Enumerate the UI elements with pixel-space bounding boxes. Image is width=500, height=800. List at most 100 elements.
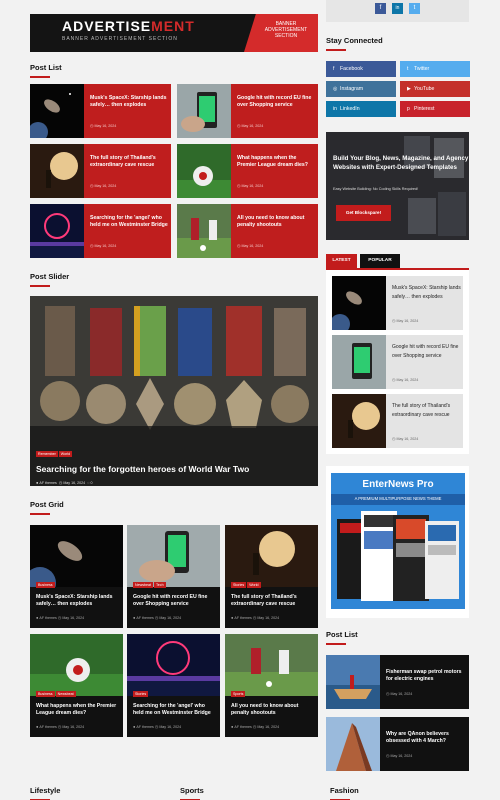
category-badge[interactable]: Stories	[231, 582, 247, 588]
slider-title[interactable]: Searching for the forgotten heroes of Wo…	[36, 464, 312, 474]
ad-side-text: BANNER ADVERTISEMENT SECTION	[264, 21, 308, 39]
category-badge[interactable]: Sports	[231, 691, 246, 697]
post-list-item[interactable]: The full story of Thailand's extraordina…	[30, 144, 171, 198]
latest-item-date: ◷May 16, 2024	[392, 377, 419, 382]
category-badge[interactable]: World	[247, 582, 261, 588]
clock-icon: ◷	[392, 436, 396, 441]
get-blockspare-button[interactable]: Get Blockspare!	[336, 205, 391, 221]
post-title[interactable]: All you need to know about penalty shoot…	[237, 215, 315, 229]
instagram-button[interactable]: ◎ Instagram	[326, 81, 396, 97]
clock-icon: ◷	[57, 615, 62, 620]
enternews-ad[interactable]: EnterNews Pro A PREMIUM MULTIPURPOSE NEW…	[331, 473, 465, 609]
grid-card[interactable]: Newsbeat Tech Google hit with record EU f…	[127, 525, 220, 628]
card-meta: ●AF themes ◷May 16, 2024	[133, 615, 182, 620]
post-title[interactable]: Musk's SpaceX: Starship lands safely… th…	[90, 95, 168, 109]
post-date: ◷May 16, 2024	[237, 183, 264, 188]
twitter-icon: t	[407, 66, 409, 72]
card-badges: Sports	[231, 682, 246, 700]
card-title[interactable]: The full story of Thailand's extraordina…	[231, 594, 315, 608]
latest-item-title[interactable]: The full story of Thailand's extraordina…	[392, 402, 462, 419]
ad-title: ADVERTISEMENT	[62, 18, 195, 34]
advertisement-banner[interactable]: ADVERTISEMENT BANNER ADVERTISEMENT SECTI…	[30, 14, 318, 52]
twitter-button[interactable]: t Twitter	[400, 61, 470, 77]
grid-card[interactable]: Business Musk's SpaceX: Starship lands s…	[30, 525, 123, 628]
latest-item[interactable]: Musk's SpaceX: Starship lands safely… th…	[332, 276, 463, 330]
card-badges: Stories World	[231, 573, 262, 591]
post-title[interactable]: What happens when the Premier League dre…	[237, 155, 315, 169]
category-badge[interactable]: Stories	[133, 691, 149, 697]
theme-screenshots-image	[337, 511, 459, 601]
card-meta: ●AF themes ◷May 16, 2024	[133, 724, 182, 729]
twitter-icon[interactable]: t	[409, 3, 420, 14]
promo-subtitle: Easy Website Building: No Coding Skills …	[333, 187, 419, 191]
sidebar-post-date: ◷May 16, 2024	[386, 691, 413, 696]
slider-badges: Remember World	[36, 442, 312, 460]
youtube-button[interactable]: ▶ YouTube	[400, 81, 470, 97]
clock-icon: ◷	[252, 724, 257, 729]
penalty-thumbnail	[177, 204, 231, 258]
latest-item-title[interactable]: Musk's SpaceX: Starship lands safely… th…	[392, 284, 462, 301]
grid-card[interactable]: Business Newsbeat What happens when the P…	[30, 634, 123, 737]
facebook-icon[interactable]: f	[375, 3, 386, 14]
post-slider[interactable]: Remember World Searching for the forgotte…	[30, 296, 318, 486]
stay-connected-heading: Stay Connected	[326, 36, 383, 51]
category-badge[interactable]: Tech	[153, 582, 166, 588]
linkedin-icon[interactable]: in	[392, 3, 403, 14]
blockspare-promo[interactable]: Build Your Blog, News, Magazine, and Age…	[326, 132, 469, 240]
card-badges: Newsbeat Tech	[133, 573, 167, 591]
latest-item[interactable]: The full story of Thailand's extraordina…	[332, 394, 463, 448]
sidebar-post-item[interactable]: Why are QAnon believers obsessed with 4 …	[326, 717, 469, 771]
facebook-button[interactable]: f Facebook	[326, 61, 396, 77]
clock-icon: ◷	[58, 480, 63, 485]
pinterest-button[interactable]: p Pinterest	[400, 101, 470, 117]
promo-background	[326, 132, 469, 240]
latest-item-date: ◷May 16, 2024	[392, 436, 419, 441]
post-title[interactable]: Searching for the 'angel' who held me on…	[90, 215, 168, 229]
category-badge[interactable]: World	[58, 451, 73, 457]
card-title[interactable]: Searching for the 'angel' who held me on…	[133, 703, 217, 717]
post-list-item[interactable]: Searching for the 'angel' who held me on…	[30, 204, 171, 258]
category-badge[interactable]: Business	[36, 582, 55, 588]
spacex-thumbnail	[30, 84, 84, 138]
card-title[interactable]: What happens when the Premier League dre…	[36, 703, 120, 717]
category-badge[interactable]: Newsbeat	[55, 691, 76, 697]
card-title[interactable]: All you need to know about penalty shoot…	[231, 703, 315, 717]
linkedin-button[interactable]: in LinkedIn	[326, 101, 396, 117]
post-date: ◷May 16, 2024	[90, 243, 117, 248]
tab-popular[interactable]: POPULAR	[360, 254, 400, 268]
latest-item[interactable]: Google hit with record EU fine over Shop…	[332, 335, 463, 389]
sports-heading: Sports	[180, 786, 204, 800]
clock-icon: ◷	[392, 377, 396, 382]
post-title[interactable]: Google hit with record EU fine over Shop…	[237, 95, 315, 109]
grid-card[interactable]: Stories World The full story of Thailand'…	[225, 525, 318, 628]
category-badge[interactable]: Remember	[36, 451, 58, 457]
lifestyle-heading: Lifestyle	[30, 786, 60, 800]
post-list-item[interactable]: What happens when the Premier League dre…	[177, 144, 318, 198]
latest-item-title[interactable]: Google hit with record EU fine over Shop…	[392, 343, 462, 360]
post-list-item[interactable]: Musk's SpaceX: Starship lands safely… th…	[30, 84, 171, 138]
post-title[interactable]: The full story of Thailand's extraordina…	[90, 155, 168, 169]
grid-card[interactable]: Sports All you need to know about penalt…	[225, 634, 318, 737]
fisherman-thumbnail	[326, 655, 380, 709]
category-badge[interactable]: Business	[36, 691, 55, 697]
football-thumbnail	[177, 144, 231, 198]
card-title[interactable]: Musk's SpaceX: Starship lands safely… th…	[36, 594, 120, 608]
post-list-heading: Post List	[30, 63, 62, 78]
post-list-item[interactable]: Google hit with record EU fine over Shop…	[177, 84, 318, 138]
clock-icon: ◷	[237, 243, 241, 248]
sidebar-post-item[interactable]: Fisherman swap petrol motors for electri…	[326, 655, 469, 709]
sidebar-post-title[interactable]: Fisherman swap petrol motors for electri…	[386, 669, 466, 683]
post-slider-heading: Post Slider	[30, 272, 69, 287]
grid-card[interactable]: Stories Searching for the 'angel' who he…	[127, 634, 220, 737]
tab-latest[interactable]: LATEST	[326, 254, 357, 268]
card-meta: ●AF themes ◷May 16, 2024	[231, 724, 280, 729]
promo-title: Build Your Blog, News, Magazine, and Age…	[333, 155, 469, 171]
card-title[interactable]: Google hit with record EU fine over Shop…	[133, 594, 217, 608]
clock-icon: ◷	[154, 724, 159, 729]
sidebar-post-title[interactable]: Why are QAnon believers obsessed with 4 …	[386, 731, 466, 745]
category-badge[interactable]: Newsbeat	[133, 582, 153, 588]
sidebar-post-date: ◷May 16, 2024	[386, 753, 413, 758]
sidebar-post-list-heading: Post List	[326, 630, 358, 645]
post-list-item[interactable]: All you need to know about penalty shoot…	[177, 204, 318, 258]
card-badges: Business	[36, 573, 56, 591]
